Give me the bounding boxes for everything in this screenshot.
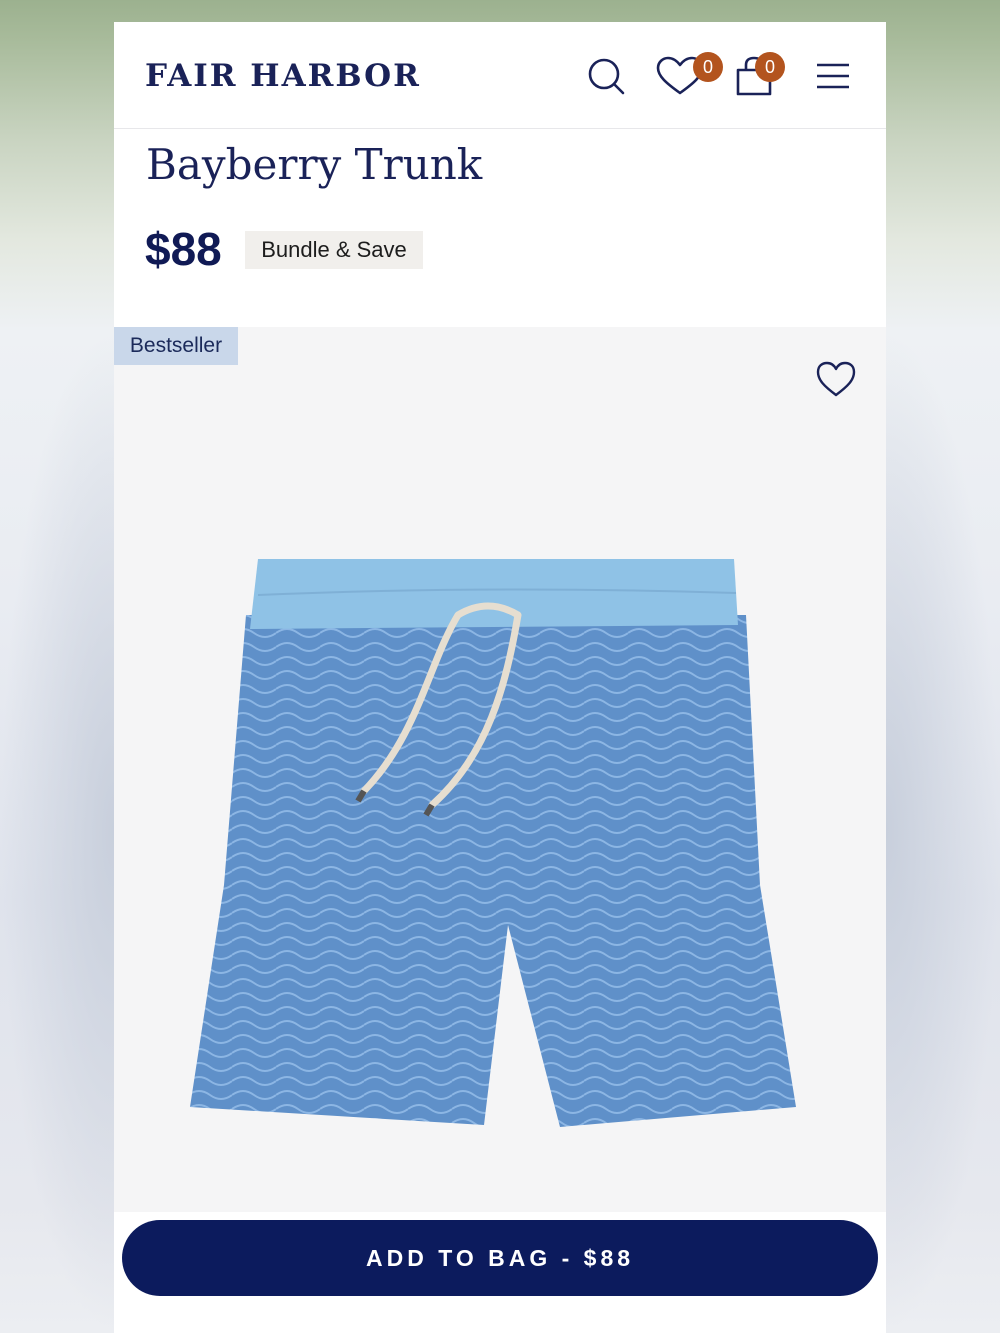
site-header: FAIR HARBOR 0 0 [114,22,886,129]
brand-logo[interactable]: FAIR HARBOR [145,58,421,94]
product-gallery[interactable]: Bestseller [114,327,886,1212]
bestseller-badge: Bestseller [114,327,238,365]
product-price: $88 [145,223,222,275]
add-to-bag-button[interactable]: ADD TO BAG - $88 [122,1220,878,1296]
background-shade-right [886,330,1000,1333]
hamburger-menu-icon [817,63,849,89]
wishlist-count-badge: 0 [693,52,723,82]
bundle-save-tag[interactable]: Bundle & Save [245,231,423,269]
product-title: Bayberry Trunk [146,140,483,189]
background-shade-left [0,330,114,1333]
swim-trunk-image [190,559,796,1127]
cart-count-badge: 0 [755,52,785,82]
menu-button[interactable] [814,56,854,96]
search-button[interactable] [586,56,626,96]
product-page: FAIR HARBOR 0 0 Bayberry Trunk $88 Bundl… [114,22,886,1333]
add-to-wishlist-button[interactable] [814,357,858,401]
search-icon [588,58,625,95]
heart-icon [816,361,856,397]
